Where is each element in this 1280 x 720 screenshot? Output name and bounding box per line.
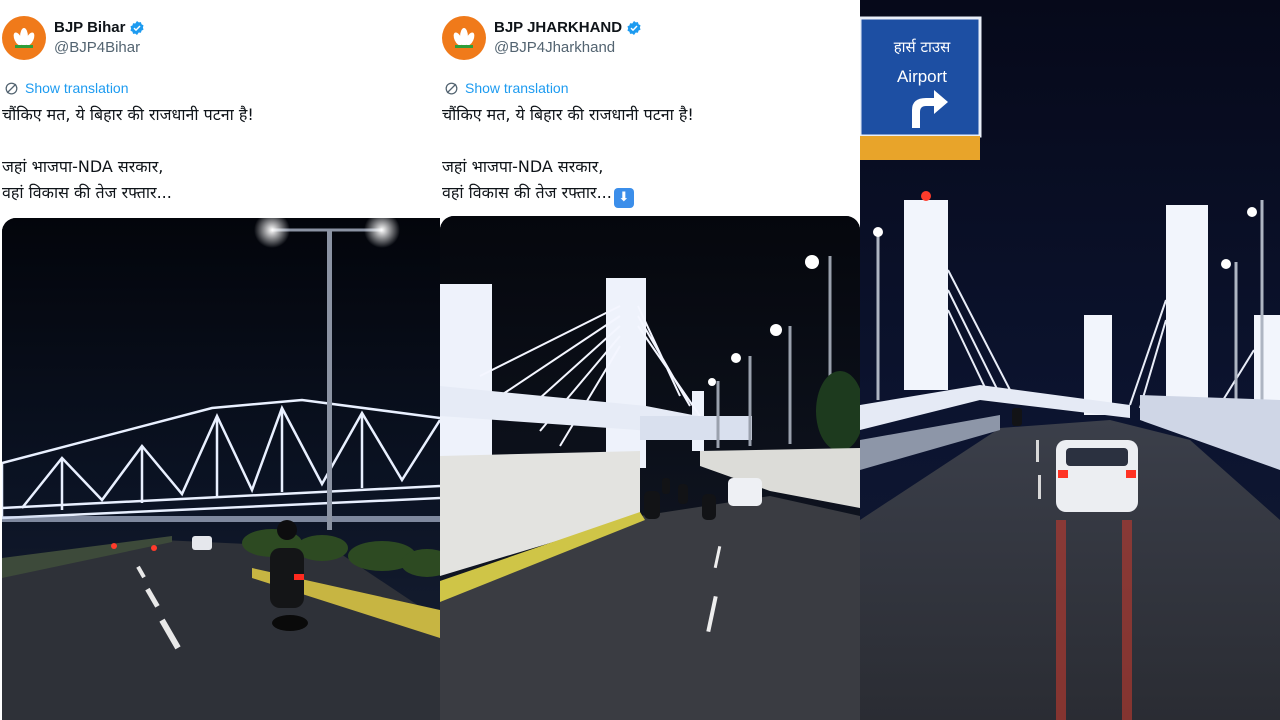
airport-road-sign: हार्स टाउस Airport bbox=[860, 16, 982, 160]
tweet-bihar: BJP Bihar @BJP4Bihar Show translation चौ… bbox=[0, 0, 440, 720]
tweet-text: चौंकिए मत, ये बिहार की राजधानी पटना है! … bbox=[442, 102, 694, 208]
display-name[interactable]: BJP Bihar bbox=[54, 18, 145, 38]
bjp-lotus-icon bbox=[13, 28, 35, 48]
show-translation-label[interactable]: Show translation bbox=[25, 80, 129, 96]
handle[interactable]: @BJP4Jharkhand bbox=[494, 38, 642, 58]
tweet-line-3: वहां विकास की तेज रफ्तार... bbox=[442, 183, 612, 202]
tweet-line-3: वहां विकास की तेज रफ्तार... bbox=[2, 183, 172, 202]
verified-badge-icon bbox=[627, 21, 641, 35]
avatar[interactable] bbox=[2, 16, 46, 60]
tweet-header: BJP JHARKHAND @BJP4Jharkhand bbox=[440, 16, 642, 60]
video-frame-airport-road[interactable]: हार्स टाउस Airport bbox=[860, 0, 1280, 720]
display-name-text[interactable]: BJP JHARKHAND bbox=[494, 18, 622, 38]
tweet-line-2: जहां भाजपा-NDA सरकार, bbox=[2, 157, 164, 176]
bridge-night-scene bbox=[2, 218, 440, 720]
display-name-text[interactable]: BJP Bihar bbox=[54, 18, 125, 38]
tweet-text: चौंकिए मत, ये बिहार की राजधानी पटना है! … bbox=[2, 102, 254, 206]
sign-hindi-text: हार्स टाउस bbox=[894, 38, 951, 56]
translate-icon bbox=[5, 82, 18, 94]
sign-english-text: Airport bbox=[897, 67, 947, 86]
tweet-line-1: चौंकिए मत, ये बिहार की राजधानी पटना है! bbox=[442, 105, 694, 124]
tweet-jharkhand: BJP JHARKHAND @BJP4Jharkhand Show transl… bbox=[440, 0, 860, 720]
tweet-video-jharkhand[interactable] bbox=[440, 216, 860, 720]
airport-road-bridge-scene: हार्स टाउस Airport bbox=[860, 0, 1280, 720]
bjp-lotus-icon bbox=[453, 28, 475, 48]
handle[interactable]: @BJP4Bihar bbox=[54, 38, 145, 58]
verified-badge-icon bbox=[130, 21, 144, 35]
cable-bridge-scene bbox=[440, 216, 860, 720]
white-suv bbox=[1056, 440, 1138, 512]
show-translation-label[interactable]: Show translation bbox=[465, 80, 569, 96]
display-name[interactable]: BJP JHARKHAND bbox=[494, 18, 642, 38]
down-arrow-emoji-icon: ⬇ bbox=[613, 188, 634, 208]
tweet-line-2: जहां भाजपा-NDA सरकार, bbox=[442, 157, 604, 176]
translate-icon bbox=[445, 82, 458, 94]
tweet-video-bihar[interactable] bbox=[2, 218, 440, 720]
show-translation-link[interactable]: Show translation bbox=[4, 80, 129, 96]
avatar[interactable] bbox=[442, 16, 486, 60]
tweet-line-1: चौंकिए मत, ये बिहार की राजधानी पटना है! bbox=[2, 105, 254, 124]
show-translation-link[interactable]: Show translation bbox=[444, 80, 569, 96]
tweet-header: BJP Bihar @BJP4Bihar bbox=[0, 16, 145, 60]
